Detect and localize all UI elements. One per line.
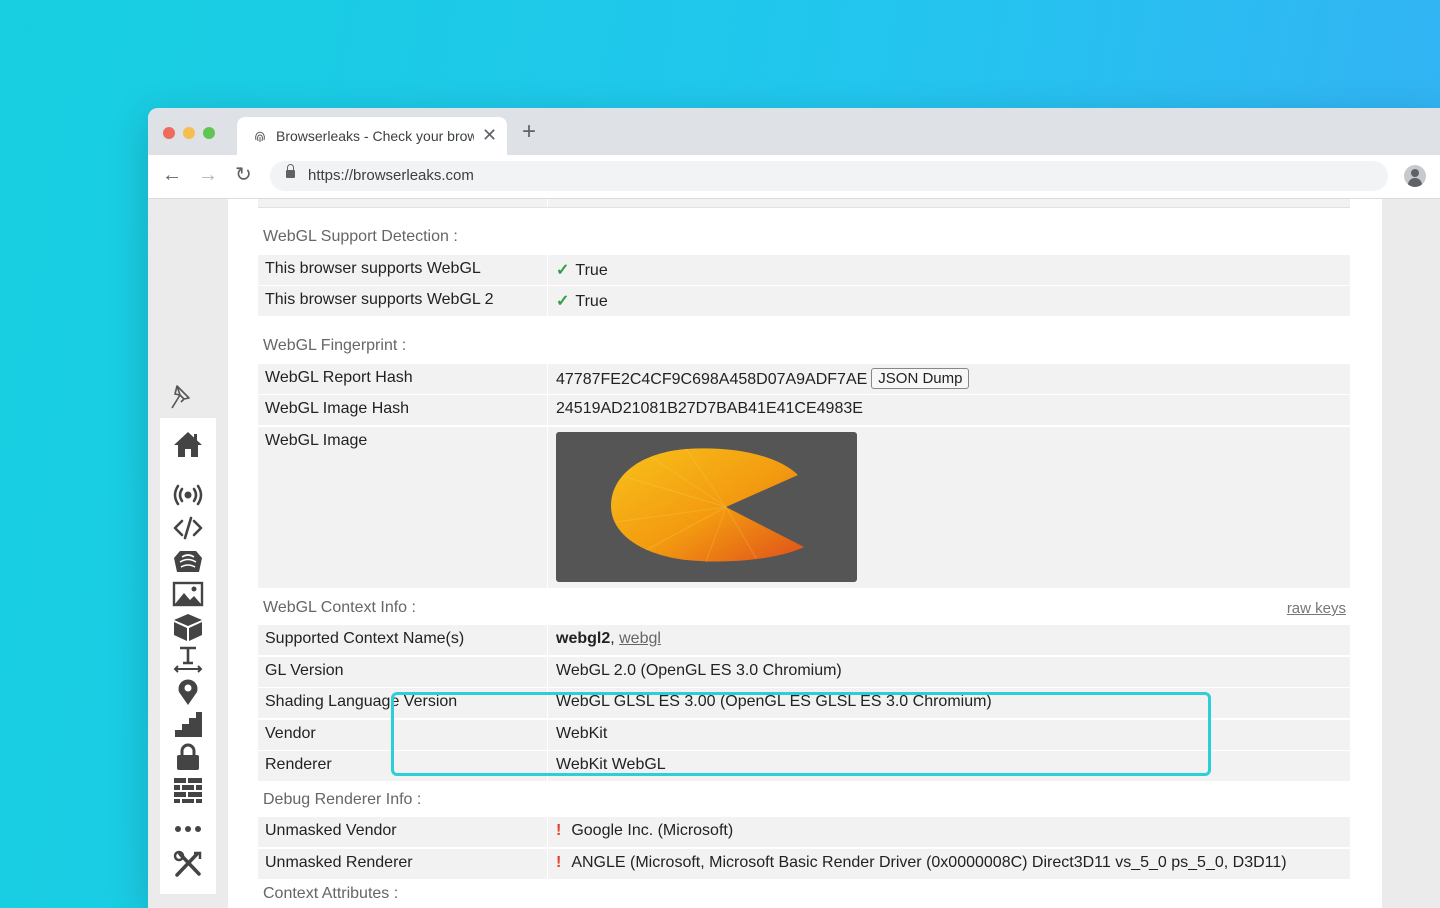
- row-value: webgl2, webgl: [548, 625, 1350, 655]
- tab-title: Browserleaks - Check your browser: [276, 128, 474, 144]
- browser-window: Browserleaks - Check your browser ✕ + ← …: [148, 108, 1440, 908]
- reload-button[interactable]: ↻: [235, 163, 252, 187]
- forward-button[interactable]: →: [198, 163, 218, 187]
- row-label: WebGL Image: [258, 427, 547, 588]
- location-icon[interactable]: [172, 678, 204, 706]
- lock-icon: [286, 164, 295, 178]
- row-label: WebGL Image Hash: [258, 395, 547, 425]
- table-row: This browser supports WebGL 2 ✓ True: [258, 286, 1350, 316]
- table-row: Unmasked Vendor ! Google Inc. (Microsoft): [258, 817, 1350, 847]
- stairs-icon[interactable]: [172, 710, 204, 738]
- row-label: Supported Context Name(s): [258, 625, 547, 655]
- row-value: ! ANGLE (Microsoft, Microsoft Basic Rende…: [548, 849, 1350, 879]
- tools-icon[interactable]: [172, 850, 204, 878]
- raw-keys-link[interactable]: raw keys: [1287, 600, 1346, 617]
- table-row: This browser supports WebGL ✓ True: [258, 255, 1350, 285]
- value-text: True: [575, 262, 608, 279]
- back-button[interactable]: ←: [162, 163, 182, 187]
- row-label: This browser supports WebGL: [258, 255, 547, 285]
- section-title-attributes: Context Attributes :: [263, 885, 399, 902]
- value-text: True: [575, 293, 608, 310]
- context-name-secondary-link[interactable]: webgl: [619, 630, 661, 647]
- row-value: ! Google Inc. (Microsoft): [548, 817, 1350, 847]
- table-row: WebGL Report Hash 47787FE2C4CF9C698A458D…: [258, 364, 1350, 394]
- sidebar-nav: [160, 418, 216, 894]
- fingerprint-icon: [255, 131, 265, 142]
- row-value: ✓ True: [548, 286, 1350, 316]
- lock-icon[interactable]: [172, 743, 204, 771]
- address-bar[interactable]: https://browserleaks.com ☆: [270, 161, 1388, 191]
- row-label: This browser supports WebGL 2: [258, 286, 547, 316]
- webgl-render-image: [556, 432, 857, 582]
- image-icon[interactable]: [172, 580, 204, 608]
- main-panel: WebGL Support Detection : This browser s…: [228, 199, 1382, 908]
- code-icon[interactable]: [172, 514, 204, 542]
- page-content: WebGL Support Detection : This browser s…: [148, 199, 1440, 908]
- fingerprint-icon[interactable]: [172, 548, 204, 576]
- tab-bar: Browserleaks - Check your browser ✕ +: [148, 108, 1440, 155]
- section-title-context: WebGL Context Info :: [263, 599, 416, 616]
- context-name-separator: ,: [610, 630, 620, 647]
- json-dump-button[interactable]: JSON Dump: [871, 368, 970, 389]
- check-icon: ✓: [556, 262, 570, 279]
- warning-icon: !: [556, 822, 562, 839]
- profile-avatar[interactable]: [1404, 165, 1426, 187]
- row-label: Unmasked Renderer: [258, 849, 547, 879]
- text-resize-icon[interactable]: [172, 645, 204, 673]
- report-hash-value: 47787FE2C4CF9C698A458D07A9ADF7AE: [556, 371, 868, 388]
- row-value: WebGL 2.0 (OpenGL ES 3.0 Chromium): [548, 657, 1350, 687]
- table-row: Supported Context Name(s) webgl2, webgl: [258, 625, 1350, 655]
- close-window-button[interactable]: [163, 127, 175, 139]
- firewall-icon[interactable]: [172, 776, 204, 804]
- maximize-window-button[interactable]: [203, 127, 215, 139]
- row-value: 47787FE2C4CF9C698A458D07A9ADF7AE JSON Dum…: [548, 364, 1350, 394]
- row-value: 24519AD21081B27D7BAB41E41CE4983E: [548, 395, 1350, 425]
- table-row: Unmasked Renderer ! ANGLE (Microsoft, Mic…: [258, 849, 1350, 879]
- row-label: Unmasked Vendor: [258, 817, 547, 847]
- section-title-debug: Debug Renderer Info :: [263, 791, 422, 808]
- more-icon[interactable]: [172, 815, 204, 843]
- context-name-primary: webgl2: [556, 630, 611, 647]
- previous-table-edge: [258, 199, 1350, 208]
- window-controls: [163, 126, 223, 144]
- row-label: WebGL Report Hash: [258, 364, 547, 394]
- value-text: ANGLE (Microsoft, Microsoft Basic Render…: [571, 854, 1287, 871]
- browser-toolbar: ← → ↻ https://browserleaks.com ☆: [148, 155, 1440, 199]
- section-title-fingerprint: WebGL Fingerprint :: [263, 337, 407, 354]
- broadcast-icon[interactable]: [172, 481, 204, 509]
- row-label: GL Version: [258, 657, 547, 687]
- table-row: WebGL Image: [258, 427, 1350, 588]
- row-value: [548, 427, 1350, 588]
- url-text: https://browserleaks.com: [308, 167, 474, 184]
- warning-icon: !: [556, 854, 562, 871]
- section-title-support: WebGL Support Detection :: [263, 228, 458, 245]
- row-value: ✓ True: [548, 255, 1350, 285]
- pin-icon[interactable]: [168, 382, 198, 417]
- table-row: GL Version WebGL 2.0 (OpenGL ES 3.0 Chro…: [258, 657, 1350, 687]
- value-text: Google Inc. (Microsoft): [571, 822, 734, 839]
- new-tab-button[interactable]: +: [522, 120, 536, 144]
- home-icon[interactable]: [172, 430, 204, 458]
- check-icon: ✓: [556, 293, 570, 310]
- cube-icon[interactable]: [172, 613, 204, 641]
- browser-tab[interactable]: Browserleaks - Check your browser ✕: [237, 117, 507, 155]
- highlight-box: [391, 692, 1211, 776]
- minimize-window-button[interactable]: [183, 127, 195, 139]
- table-row: WebGL Image Hash 24519AD21081B27D7BAB41E…: [258, 395, 1350, 425]
- close-tab-icon[interactable]: ✕: [482, 125, 497, 145]
